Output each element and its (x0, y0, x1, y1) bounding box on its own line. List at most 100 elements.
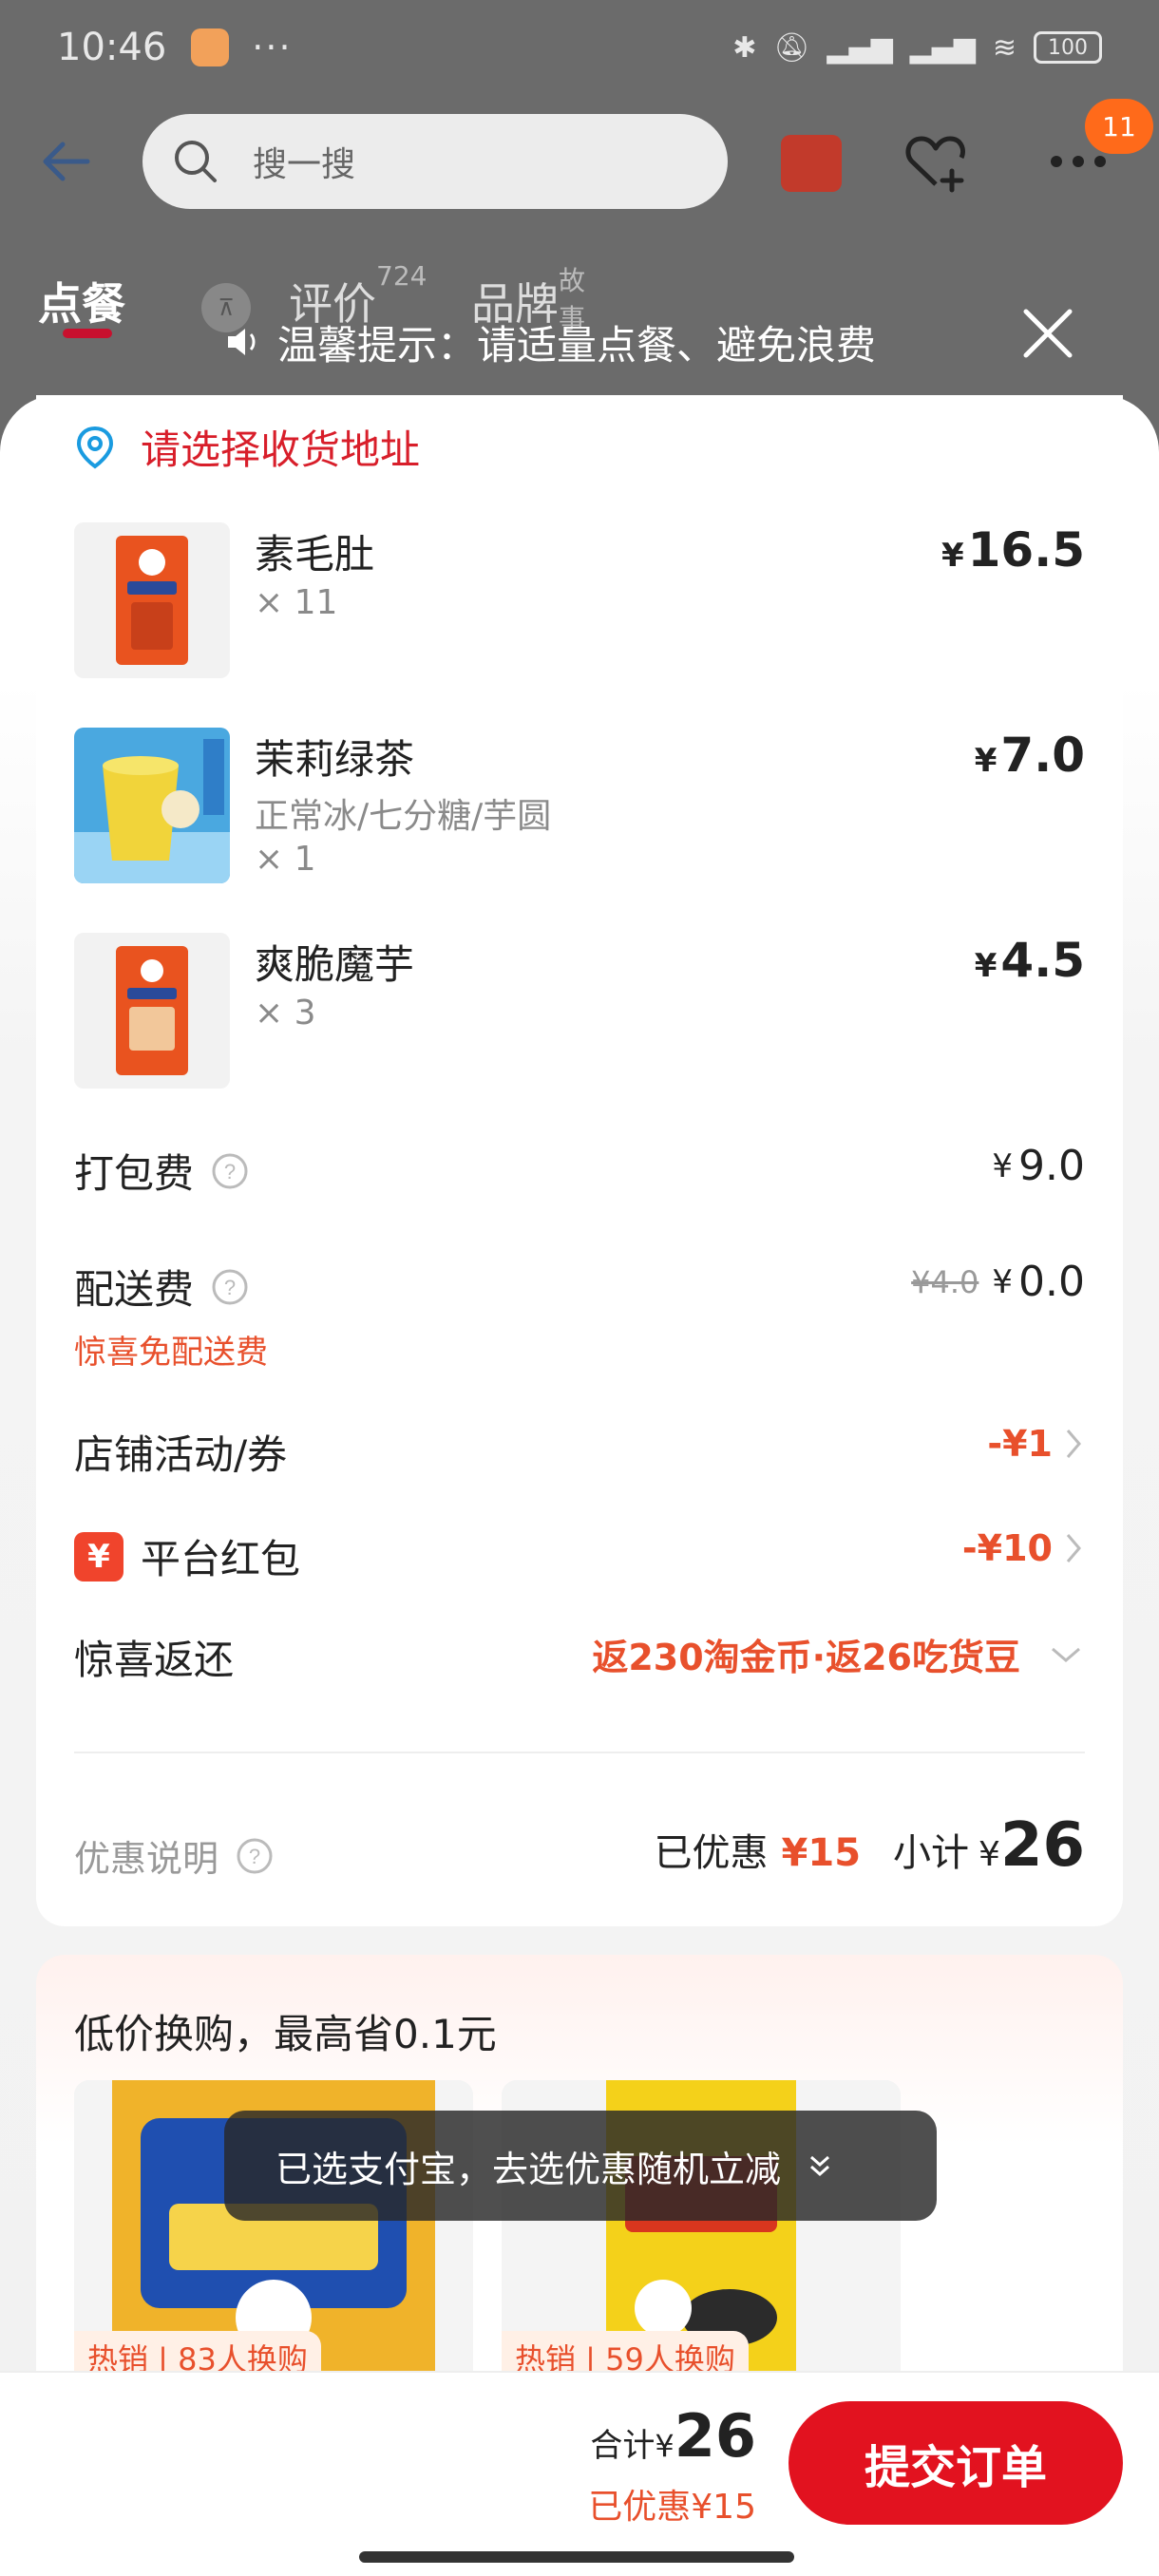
submit-order-button[interactable]: 提交订单 (788, 2401, 1123, 2525)
item-price-value: 16.5 (967, 522, 1085, 578)
signal-icon: ▂▄▆ (909, 30, 976, 65)
address-selector[interactable]: 请选择收货地址 (74, 418, 420, 476)
exchange-title: 低价换购，最高省0.1元 (74, 2011, 497, 2057)
yen-sign: ¥ (978, 1835, 1000, 1874)
discount-explanation[interactable]: 优惠说明 ? (74, 1829, 274, 1882)
yen-sign: ¥ (655, 2428, 674, 2464)
top-bar: 搜一搜 (0, 114, 1159, 209)
delivery-fee-amount: 0.0 (1018, 1258, 1085, 1306)
address-prompt: 请选择收货地址 (141, 426, 421, 473)
double-chevron-down-icon (810, 2155, 830, 2177)
payment-toast[interactable]: 已选支付宝，去选优惠随机立减 (224, 2111, 937, 2221)
close-icon[interactable] (1016, 302, 1079, 365)
rebate-value: 返230淘金币·返26吃货豆 (592, 1628, 1085, 1680)
subtotal-summary: 已优惠 ¥15 小计 ¥ 26 (655, 1810, 1085, 1881)
chevron-right-icon (1066, 1430, 1081, 1458)
search-bar[interactable]: 搜一搜 (142, 114, 728, 209)
delivery-fee-value: ¥4.0 ¥0.0 (911, 1258, 1085, 1306)
platform-discount-amount: -¥10 (961, 1527, 1053, 1569)
shop-discount-amount: -¥1 (987, 1423, 1053, 1465)
delivery-fee-label: 配送费 ? (74, 1258, 249, 1316)
home-indicator[interactable] (359, 2551, 794, 2563)
divider (74, 1752, 1085, 1753)
signal-icon: ▂▄▆ (826, 30, 893, 65)
platform-redpacket-value: -¥10 (962, 1527, 1085, 1569)
tea-drink-image (74, 728, 230, 883)
subtotal-amount: 26 (999, 1810, 1085, 1881)
help-icon[interactable]: ? (211, 1268, 249, 1306)
wifi-icon: ≋ (992, 30, 1016, 65)
order-total: 合计 ¥ 26 (590, 2401, 756, 2471)
shop-coupon-label: 店铺活动/券 (74, 1431, 288, 1478)
back-arrow-icon[interactable] (38, 133, 95, 190)
search-icon (175, 141, 217, 182)
delivery-fee-row: 配送费 ? ¥4.0 ¥0.0 (74, 1258, 1085, 1315)
tab-active-indicator (63, 329, 112, 338)
tab-order[interactable]: 点餐 (38, 270, 125, 332)
more-options-icon[interactable] (1049, 152, 1108, 171)
subtotal-label: 小计 (893, 1831, 970, 1875)
location-pin-icon (76, 426, 114, 468)
delivery-original-price: ¥4.0 (911, 1263, 979, 1300)
order-item: 茉莉绿茶 正常冰/七分糖/芋圆 × 1 ¥7.0 (74, 728, 1085, 883)
item-price-value: 4.5 (1000, 933, 1085, 988)
help-icon[interactable]: ? (211, 1152, 249, 1190)
platform-redpacket-label: ¥ 平台红包 (74, 1527, 300, 1585)
svg-text:?: ? (249, 1845, 260, 1868)
review-count: 724 (376, 260, 428, 292)
platform-redpacket-row[interactable]: ¥ 平台红包 -¥10 (74, 1527, 1085, 1584)
notice-banner: 温馨提示：请适量点餐、避免浪费 (224, 313, 876, 370)
packing-fee-text: 打包费 (74, 1150, 195, 1197)
rebate-label: 惊喜返还 (74, 1637, 235, 1683)
total-amount: 26 (674, 2401, 756, 2471)
shop-coupon-row[interactable]: 店铺活动/券 -¥1 (74, 1423, 1085, 1480)
total-saved: 已优惠¥15 (588, 2488, 756, 2527)
help-icon: ? (237, 1838, 273, 1873)
yen-sign: ¥ (974, 742, 998, 780)
status-bar: 10:46 ··· ✱ 🔕︎ ▂▄▆ ▂▄▆ ≋ 100 (0, 0, 1159, 95)
search-placeholder: 搜一搜 (253, 145, 356, 184)
product-image (74, 933, 230, 1089)
status-icons: ✱ 🔕︎ ▂▄▆ ▂▄▆ ≋ 100 (732, 31, 1102, 65)
discount-explanation-text: 优惠说明 (74, 1838, 219, 1880)
favorite-add-icon[interactable] (902, 129, 969, 196)
snack-pack-image (116, 536, 188, 665)
yen-sign: ¥ (940, 537, 964, 575)
yen-sign: ¥ (992, 1262, 1014, 1301)
speaker-icon (228, 329, 256, 355)
app-notification-icon (191, 28, 230, 66)
saved-label: 已优惠 (654, 1831, 769, 1875)
item-name: 爽脆魔芋 (255, 941, 415, 988)
packing-fee-label: 打包费 ? (74, 1142, 249, 1200)
item-spec: 正常冰/七分糖/芋圆 (255, 797, 552, 836)
item-price: ¥7.0 (975, 728, 1085, 783)
packing-fee-amount: 9.0 (1018, 1142, 1085, 1190)
item-price-value: 7.0 (1000, 728, 1085, 783)
item-name: 素毛肚 (255, 531, 375, 578)
yen-sign: ¥ (992, 1146, 1014, 1185)
chevron-right-icon (1066, 1534, 1081, 1563)
order-item: 素毛肚 × 11 ¥16.5 (74, 522, 1085, 678)
notice-text: 温馨提示：请适量点餐、避免浪费 (277, 321, 877, 369)
packing-fee-value: ¥9.0 (992, 1142, 1085, 1190)
item-price: ¥4.5 (975, 933, 1085, 988)
toast-text: 已选支付宝，去选优惠随机立减 (276, 2148, 782, 2190)
rebate-text: 返230淘金币·返26吃货豆 (592, 1637, 1020, 1678)
battery-icon: 100 (1034, 31, 1102, 64)
rebate-row[interactable]: 惊喜返还 返230淘金币·返26吃货豆 (74, 1628, 1085, 1685)
item-quantity: × 1 (255, 840, 316, 879)
red-packet-icon[interactable] (781, 135, 842, 192)
item-quantity: × 3 (255, 994, 316, 1032)
item-price: ¥16.5 (941, 522, 1085, 578)
platform-redpacket-text: 平台红包 (141, 1536, 301, 1582)
packing-fee-row: 打包费 ? ¥9.0 (74, 1142, 1085, 1199)
free-delivery-note: 惊喜免配送费 (74, 1334, 268, 1372)
saved-amount: ¥15 (781, 1831, 862, 1875)
status-time: 10:46 (57, 26, 167, 69)
checkout-bar: 合计 ¥ 26 已优惠¥15 提交订单 (0, 2371, 1159, 2576)
bluetooth-icon: ✱ (732, 30, 757, 65)
product-image (74, 728, 230, 883)
order-item: 爽脆魔芋 × 3 ¥4.5 (74, 933, 1085, 1089)
chevron-down-icon (1052, 1647, 1080, 1662)
mute-icon: 🔕︎ (773, 30, 810, 65)
